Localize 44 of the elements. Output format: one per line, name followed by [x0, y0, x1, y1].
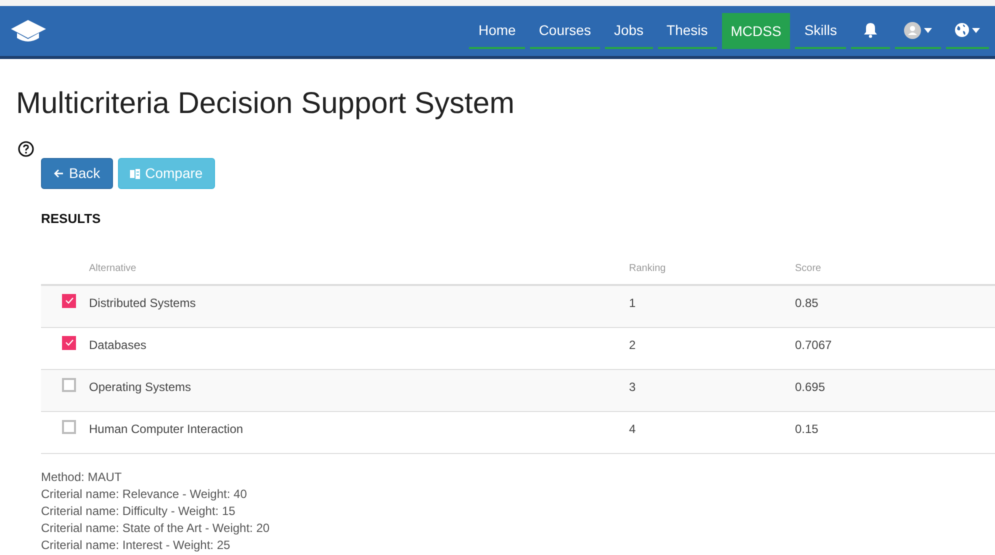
column-header: Score — [795, 262, 822, 276]
help-icon[interactable] — [18, 141, 34, 157]
table-cell-text: Human Computer Interaction — [89, 420, 244, 438]
table-cell-text: 0.85 — [795, 294, 818, 312]
nav-link[interactable]: Jobs — [604, 13, 653, 49]
table-cell-text: 3 — [629, 378, 636, 396]
table-cell-text: 0.7067 — [795, 336, 832, 354]
nav-link[interactable]: MCDSS — [722, 13, 790, 49]
bell-icon — [863, 22, 878, 38]
compare-icon — [130, 168, 140, 178]
column-header: Alternative — [89, 262, 136, 276]
section-heading: RESULTS — [41, 210, 102, 228]
checkbox[interactable] — [62, 294, 76, 308]
nav-link[interactable]: Thesis — [658, 13, 717, 49]
caret-icon — [972, 28, 980, 32]
detail-line: Criterial name: Relevance - Weight: 40 — [41, 486, 247, 502]
back-button[interactable]: Back — [41, 158, 114, 189]
table-cell-text: 2 — [629, 336, 636, 354]
checkbox[interactable] — [62, 420, 76, 434]
table-cell-text: 4 — [629, 420, 636, 438]
table-cell-text: 1 — [629, 294, 636, 312]
nav-link[interactable]: Home — [469, 13, 525, 49]
column-header: Ranking — [629, 262, 666, 276]
check-icon — [65, 340, 73, 346]
detail-line: Criterial name: Difficulty - Weight: 15 — [41, 502, 236, 520]
nav-link[interactable]: Skills — [795, 13, 846, 49]
table-cell-text: Distributed Systems — [89, 294, 196, 312]
detail-line: Criterial name: Interest - Weight: 25 — [41, 536, 230, 554]
checkbox[interactable] — [62, 378, 76, 392]
checkbox[interactable] — [62, 336, 76, 350]
check-icon — [65, 298, 73, 304]
detail-line: Criterial name: State of the Art - Weight: 20 — [41, 520, 270, 536]
avatar-icon — [904, 22, 921, 38]
arrow-left-icon — [54, 169, 64, 178]
table-cell-text: 0.695 — [795, 378, 826, 396]
globe-icon — [955, 23, 969, 37]
table-cell-text: 0.15 — [795, 420, 818, 438]
logo-icon[interactable] — [10, 19, 47, 43]
nav-link[interactable]: Courses — [530, 13, 600, 49]
table-cell-text: Operating Systems — [89, 378, 192, 396]
page-title: Multicriteria Decision Support System — [16, 89, 516, 119]
table-cell-text: Databases — [89, 336, 146, 354]
caret-icon — [924, 28, 932, 32]
detail-line: Method: MAUT — [41, 468, 122, 486]
